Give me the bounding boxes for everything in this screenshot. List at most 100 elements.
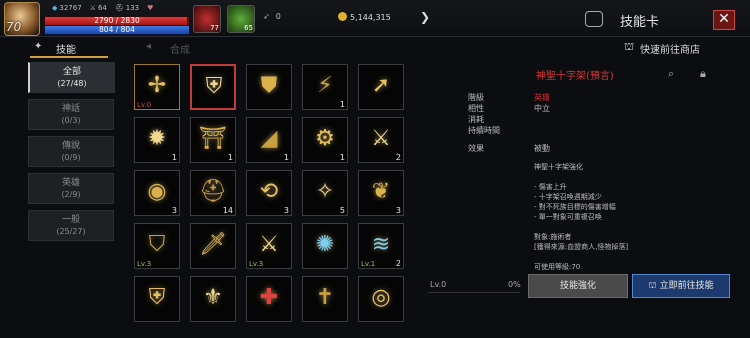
quick-shop-link[interactable]: 快速前往商店 <box>640 41 700 56</box>
skill-slot[interactable]: ✢ Lv.0 <box>134 64 180 110</box>
skill-detail-panel: 神聖十字架(預言) ⌕ 🔒︎ 階級 英雄 相性 中立 消耗 持續時間 效果 被動 神聖… <box>428 62 750 338</box>
skill-slot[interactable]: ⛊ <box>246 64 292 110</box>
tab-bar: ✦ 技能 ◂ 合成 ⛫ 快速前往商店 <box>0 38 750 58</box>
shield-crest-icon: ⛨ <box>205 74 223 99</box>
skill-slot[interactable]: ◉ 3 <box>134 170 180 216</box>
attr-grade: 階級 英雄 <box>468 93 550 102</box>
sword-icon: ⚔ <box>89 4 96 12</box>
sidebar-item-legend[interactable]: 傳說 (0/9) <box>28 136 114 167</box>
chevron-right-icon[interactable]: ❯ <box>420 10 430 24</box>
skill-slot[interactable]: ❦ 3 <box>358 170 404 216</box>
sun-ring-icon: ✺ <box>315 232 335 257</box>
skill-slot[interactable]: ✹ 1 <box>134 117 180 163</box>
helmet-icon: ⛑ <box>114 4 124 12</box>
tab-synthesis[interactable]: 合成 <box>170 41 190 56</box>
defense-stat: ⛑ 133 <box>114 4 140 12</box>
spire-icon: ⚜ <box>203 285 223 310</box>
buff-leaf-icon[interactable]: 65 <box>227 5 255 33</box>
skill-name: 神聖十字架(預言) <box>536 71 614 82</box>
swoosh-arrow-icon: ➚ <box>371 73 391 98</box>
skill-slot[interactable]: ✧ 5 <box>302 170 348 216</box>
top-bar: 70 ◆ 32767 ⚔ 64 ⛑ 133 ♥ 2790 / 2830 804 / 8… <box>0 0 750 37</box>
skill-card-icon <box>585 11 603 27</box>
power-stat: ◆ 32767 <box>52 4 82 12</box>
knight-helm-icon: ⛉ <box>148 232 166 257</box>
sparkle-icon: ✧ <box>315 179 335 204</box>
skill-count: 2 <box>395 259 401 268</box>
mp-text: 804 / 804 <box>99 25 135 34</box>
skill-count: 1 <box>283 153 289 162</box>
skill-slot[interactable]: ◢ 1 <box>246 117 292 163</box>
crest-icon: ⛨ <box>148 285 166 310</box>
power-icon: ◆ <box>52 4 58 12</box>
attr-cost: 消耗 <box>468 115 484 124</box>
skill-slot[interactable]: ⛨ <box>134 276 180 322</box>
orb-icon: ◉ <box>147 179 167 204</box>
skill-count: 1 <box>339 153 345 162</box>
skill-slot[interactable]: ⛉ Lv.3 <box>134 223 180 269</box>
sidebar-item-all[interactable]: 全部 (27/48) <box>28 62 115 93</box>
skill-count: 3 <box>395 206 401 215</box>
heart-icon: ♥ <box>147 4 154 12</box>
altar-icon: ⛩ <box>199 126 227 151</box>
sword-icon: 🗡︎ <box>199 232 227 257</box>
skill-slot[interactable]: ➚ <box>358 64 404 110</box>
skill-slot[interactable]: ✝ <box>302 276 348 322</box>
mp-bar: 804 / 804 <box>44 25 190 35</box>
cross-icon: ✝ <box>315 285 335 310</box>
skill-slot[interactable]: ⚔ Lv.3 <box>246 223 292 269</box>
sidebar-item-normal[interactable]: 一般 (25/27) <box>28 210 114 241</box>
skill-slot[interactable]: ⚔ 2 <box>358 117 404 163</box>
skill-progress: 0% <box>508 280 521 289</box>
heart-stat: ♥ <box>147 4 153 12</box>
attr-duration: 持續時間 <box>468 126 500 135</box>
skill-count: 1 <box>171 153 177 162</box>
search-icon[interactable]: ⌕ <box>668 67 674 81</box>
skill-count: 14 <box>222 206 233 215</box>
gear-ring-icon: ⚙ <box>315 126 335 151</box>
skill-slot[interactable]: ⚡ 1 <box>302 64 348 110</box>
progress-track <box>428 292 520 293</box>
skill-slot[interactable]: ≋ Lv.1 2 <box>358 223 404 269</box>
sidebar-item-mythic[interactable]: 神話 (0/3) <box>28 99 114 130</box>
red-cross-icon: ✚ <box>259 285 279 310</box>
attack-stat: ⚔ 64 <box>89 4 107 12</box>
go-to-skill-shop-button[interactable]: ⛫ 立即前往技能 <box>632 274 730 298</box>
skill-slot[interactable]: ◎ <box>358 276 404 322</box>
active-tab-indicator <box>30 56 108 58</box>
skill-count: 2 <box>395 153 401 162</box>
buff-potion-icon[interactable]: 77 <box>193 5 221 33</box>
shield-icon: ⛊ <box>260 73 278 98</box>
skill-slot[interactable]: ⛩ 1 <box>190 117 236 163</box>
skill-level-label: Lv.0 <box>137 101 152 109</box>
skill-slot[interactable]: ⚜ <box>190 276 236 322</box>
skill-level: Lv.0 <box>430 280 447 289</box>
skill-slot[interactable]: ⟲ 3 <box>246 170 292 216</box>
player-stats: ◆ 32767 ⚔ 64 ⛑ 133 ♥ <box>52 4 153 12</box>
sword-slash-icon: ⚔ <box>371 126 391 151</box>
skill-slot[interactable]: 🗡︎ <box>190 223 236 269</box>
skill-slot[interactable]: ⛨ <box>190 64 236 110</box>
synth-icon: ◂ <box>146 41 152 52</box>
skill-slot[interactable]: ⚙ 1 <box>302 117 348 163</box>
sidebar-item-hero[interactable]: 英雄 (2/9) <box>28 173 114 204</box>
skill-count: 1 <box>227 153 233 162</box>
close-button[interactable]: ✕ <box>713 10 735 30</box>
tab-skills[interactable]: 技能 <box>56 41 76 56</box>
skill-slot[interactable]: ✺ <box>302 223 348 269</box>
holy-cross-icon: ✢ <box>147 73 167 98</box>
skill-slot[interactable]: ✚ <box>246 276 292 322</box>
lock-icon[interactable]: 🔒︎ <box>700 67 706 81</box>
cycle-icon: ⟲ <box>259 179 279 204</box>
enhance-skill-button[interactable]: 技能強化 <box>528 274 628 298</box>
gold-currency: 5,144,315 <box>338 12 391 22</box>
burst-icon: ✹ <box>147 126 167 151</box>
skill-count: 3 <box>283 206 289 215</box>
description-line: - 單一對象可重複召喚 <box>534 213 602 221</box>
player-level: 70 <box>6 20 22 34</box>
skill-slot[interactable]: ⛑ 14 <box>190 170 236 216</box>
shop-icon: ⛫ <box>624 40 635 53</box>
feather-currency: ➶ 0 <box>263 12 281 21</box>
skill-level-label: Lv.3 <box>137 260 152 268</box>
description-line: - 十字架召喚週期減少 <box>534 193 602 201</box>
